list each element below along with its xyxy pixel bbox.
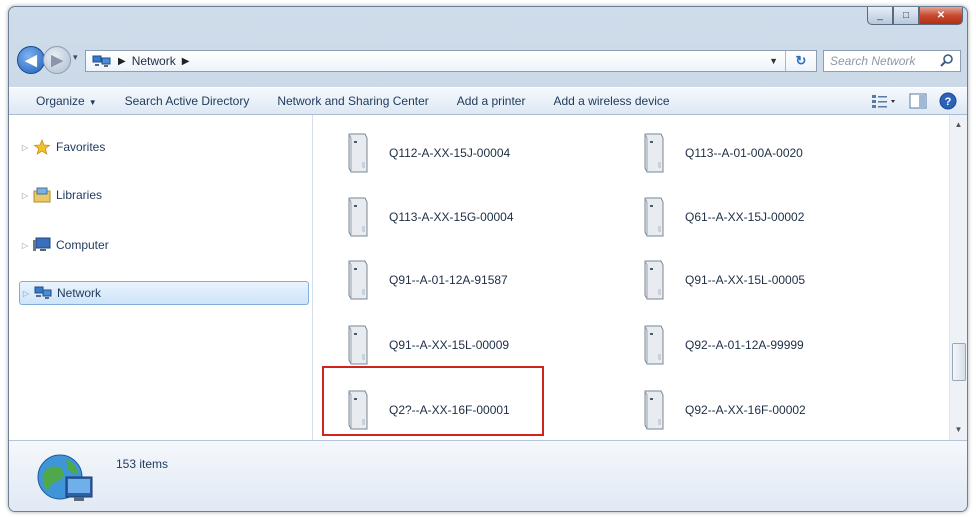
chevron-down-icon: ▼ bbox=[88, 98, 97, 107]
network-computer-item[interactable]: Q113-A-XX-15G-00004 bbox=[343, 192, 514, 242]
expand-arrow-icon[interactable]: ▷ bbox=[19, 241, 31, 250]
close-button[interactable]: ✕ bbox=[919, 7, 963, 25]
forward-button[interactable]: ▶ bbox=[43, 46, 71, 74]
address-dropdown-icon[interactable]: ▼ bbox=[769, 56, 778, 66]
sidebar-item-label: Network bbox=[57, 286, 102, 300]
computer-tower-icon bbox=[348, 390, 368, 430]
computer-icon bbox=[33, 237, 51, 251]
details-pane: 153 items bbox=[9, 440, 967, 511]
scrollbar-thumb[interactable] bbox=[952, 343, 966, 381]
sidebar-item-libraries[interactable]: ▷ Libraries bbox=[19, 183, 309, 207]
refresh-icon[interactable]: ↻ bbox=[785, 51, 816, 71]
breadcrumb-separator-icon[interactable]: ▶ bbox=[182, 56, 190, 67]
network-icon bbox=[92, 55, 111, 67]
computer-tower-icon bbox=[644, 133, 664, 173]
search-icon[interactable] bbox=[939, 53, 955, 69]
file-list: Q112-A-XX-15J-00004 Q113--A-01-00A-0020 Q1… bbox=[313, 115, 950, 440]
network-globe-icon bbox=[37, 454, 93, 501]
recent-pages-dropdown[interactable]: ▾ bbox=[73, 52, 78, 63]
breadcrumb-separator-icon[interactable]: ▶ bbox=[118, 56, 126, 67]
network-computer-label: Q92--A-01-12A-99999 bbox=[685, 338, 804, 352]
computer-tower-icon bbox=[348, 260, 368, 300]
expand-arrow-icon[interactable]: ▷ bbox=[20, 289, 32, 298]
svg-text:?: ? bbox=[945, 96, 952, 108]
organize-menu[interactable]: Organize ▼ bbox=[9, 94, 111, 108]
scroll-up-icon[interactable]: ▲ bbox=[950, 117, 967, 133]
breadcrumb-network[interactable]: Network bbox=[132, 54, 176, 68]
add-printer-button[interactable]: Add a printer bbox=[443, 94, 540, 108]
network-computer-label: Q2?--A-XX-16F-00001 bbox=[389, 403, 510, 417]
star-icon bbox=[33, 139, 51, 155]
preview-pane-icon[interactable] bbox=[909, 93, 927, 109]
network-computer-item[interactable]: Q2?--A-XX-16F-00001 bbox=[343, 385, 510, 435]
network-computer-label: Q91--A-01-12A-91587 bbox=[389, 273, 508, 287]
network-computer-label: Q91--A-XX-15L-00009 bbox=[389, 338, 510, 352]
address-row: ◀ ▶ ▾ ▶ Network ▶ ▼ ↻ Search Network bbox=[9, 43, 967, 77]
add-wireless-device-button[interactable]: Add a wireless device bbox=[539, 94, 683, 108]
change-view-icon[interactable] bbox=[871, 93, 897, 109]
network-computer-item[interactable]: Q61--A-XX-15J-00002 bbox=[639, 192, 804, 242]
item-count: 153 items bbox=[116, 457, 169, 471]
network-computer-label: Q91--A-XX-15L-00005 bbox=[685, 273, 806, 287]
computer-tower-icon bbox=[348, 197, 368, 237]
network-sharing-center-button[interactable]: Network and Sharing Center bbox=[263, 94, 442, 108]
content-area: ▷ Favorites ▷ Libraries ▷ Computer ▷ Net… bbox=[9, 115, 967, 440]
computer-tower-icon bbox=[644, 325, 664, 365]
computer-tower-icon bbox=[644, 260, 664, 300]
network-computer-item[interactable]: Q91--A-XX-15L-00005 bbox=[639, 255, 805, 305]
network-computer-label: Q61--A-XX-15J-00002 bbox=[685, 210, 805, 224]
network-computer-label: Q92--A-XX-16F-00002 bbox=[685, 403, 806, 417]
scroll-down-icon[interactable]: ▼ bbox=[950, 422, 967, 438]
expand-arrow-icon[interactable]: ▷ bbox=[19, 191, 31, 200]
organize-label: Organize bbox=[36, 94, 85, 108]
help-icon[interactable]: ? bbox=[939, 92, 957, 110]
computer-tower-icon bbox=[644, 390, 664, 430]
network-computer-item[interactable]: Q112-A-XX-15J-00004 bbox=[343, 128, 510, 178]
command-bar: Organize ▼ Search Active Directory Networ… bbox=[9, 87, 967, 115]
search-placeholder: Search Network bbox=[830, 54, 916, 68]
network-computer-item[interactable]: Q92--A-XX-16F-00002 bbox=[639, 385, 806, 435]
network-computer-label: Q113-A-XX-15G-00004 bbox=[389, 210, 514, 224]
maximize-button[interactable]: □ bbox=[893, 7, 919, 25]
computer-tower-icon bbox=[644, 197, 664, 237]
vertical-scrollbar[interactable]: ▲ ▼ bbox=[949, 115, 967, 440]
network-computer-label: Q112-A-XX-15J-00004 bbox=[389, 146, 511, 160]
sidebar-item-network[interactable]: ▷ Network bbox=[19, 281, 309, 305]
network-computer-item[interactable]: Q91--A-XX-15L-00009 bbox=[343, 320, 509, 370]
sidebar-item-label: Computer bbox=[56, 238, 109, 252]
sidebar-item-label: Favorites bbox=[56, 140, 106, 154]
search-active-directory-button[interactable]: Search Active Directory bbox=[111, 94, 264, 108]
minimize-button[interactable]: _ bbox=[867, 7, 893, 25]
sidebar-item-favorites[interactable]: ▷ Favorites bbox=[19, 135, 309, 159]
toolbar-right-group: ? bbox=[871, 92, 957, 110]
network-computer-label: Q113--A-01-00A-0020 bbox=[685, 146, 803, 160]
computer-tower-icon bbox=[348, 325, 368, 365]
explorer-window: _ □ ✕ ◀ ▶ ▾ ▶ Network ▶ ▼ ↻ Search Netwo… bbox=[8, 6, 968, 512]
sidebar-item-label: Libraries bbox=[56, 188, 103, 202]
computer-tower-icon bbox=[348, 133, 368, 173]
back-button[interactable]: ◀ bbox=[17, 46, 45, 74]
expand-arrow-icon[interactable]: ▷ bbox=[19, 143, 31, 152]
network-computer-item[interactable]: Q92--A-01-12A-99999 bbox=[639, 320, 804, 370]
caption-buttons: _ □ ✕ bbox=[867, 7, 963, 27]
network-computer-item[interactable]: Q113--A-01-00A-0020 bbox=[639, 128, 803, 178]
navigation-pane: ▷ Favorites ▷ Libraries ▷ Computer ▷ Net… bbox=[9, 115, 313, 440]
library-icon bbox=[33, 187, 51, 203]
address-bar[interactable]: ▶ Network ▶ ▼ ↻ bbox=[85, 50, 817, 72]
sidebar-item-computer[interactable]: ▷ Computer bbox=[19, 233, 309, 257]
network-icon bbox=[34, 286, 52, 299]
network-computer-item[interactable]: Q91--A-01-12A-91587 bbox=[343, 255, 508, 305]
search-input[interactable]: Search Network bbox=[823, 50, 961, 72]
